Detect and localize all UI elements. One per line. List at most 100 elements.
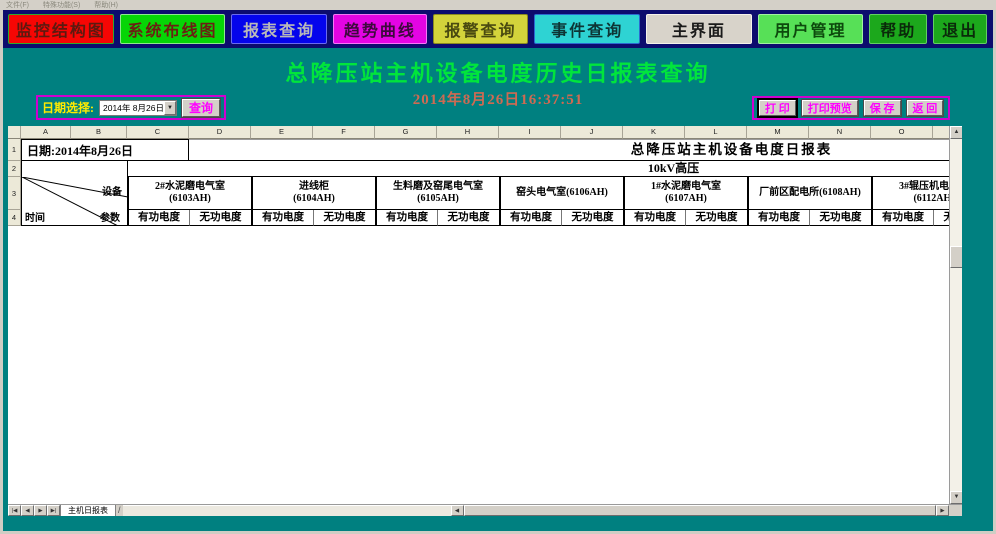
row-number[interactable]: 1: [8, 139, 21, 161]
nav-button[interactable]: 监控结构图: [8, 14, 114, 44]
param-header-cell: 无功电度: [685, 210, 747, 226]
column-letter[interactable]: A: [21, 126, 71, 139]
sheet-tab[interactable]: 主机日报表: [60, 505, 116, 516]
print-button[interactable]: 打 印: [759, 100, 796, 116]
equipment-header-cell: 厂前区配电所(6108AH): [747, 177, 871, 210]
equipment-name: 厂前区配电所(6108AH): [759, 187, 861, 200]
equipment-code: (6105AH): [417, 193, 459, 206]
column-letter[interactable]: H: [437, 126, 499, 139]
equipment-code: (6107AH): [665, 193, 707, 206]
column-letter[interactable]: I: [499, 126, 561, 139]
column-letter[interactable]: M: [747, 126, 809, 139]
tab-first-icon[interactable]: |◀: [8, 505, 21, 516]
param-header-cell: 有功电度: [747, 210, 809, 226]
date-select[interactable]: 2014年 8月26日 ▼: [99, 100, 177, 116]
scroll-up-icon[interactable]: ▲: [950, 126, 962, 139]
nav-button[interactable]: 退出: [933, 14, 987, 44]
rows-3-4: 3 4 设备 时间 参数: [8, 177, 949, 226]
tab-strip-filler: [123, 505, 451, 516]
nav-button[interactable]: 事件查询: [534, 14, 640, 44]
report-title-cell[interactable]: 总降压站主机设备电度日报表: [189, 139, 949, 161]
row-number[interactable]: 3: [8, 177, 21, 210]
row-number-column: 3 4: [8, 177, 21, 226]
equipment-name: 1#水泥磨电气室: [651, 181, 721, 194]
scroll-down-icon[interactable]: ▼: [950, 491, 962, 504]
column-letter[interactable]: B: [71, 126, 127, 139]
equipment-group-row: 2#水泥磨电气室 (6103AH) 进线柜 (6104AH): [127, 177, 949, 210]
equipment-name: 进线柜: [299, 181, 329, 194]
scrollbar-corner: [949, 505, 962, 516]
nav-button[interactable]: 报表查询: [231, 14, 327, 44]
menu-item[interactable]: 帮助(H): [94, 0, 118, 10]
param-header-cell: 无功电度: [561, 210, 623, 226]
app-window: 文件(F) 特殊功能(S) 帮助(H) 监控结构图 系统布线图 报表查询 趋势曲线 …: [0, 0, 996, 534]
param-header-cell: 无功电度: [933, 210, 949, 226]
column-letter[interactable]: J: [561, 126, 623, 139]
equipment-name: 2#水泥磨电气室: [155, 181, 225, 194]
menu-item[interactable]: 特殊功能(S): [43, 0, 80, 10]
menu-bar: 文件(F) 特殊功能(S) 帮助(H): [0, 0, 996, 10]
column-letter[interactable]: E: [251, 126, 313, 139]
scroll-left-icon[interactable]: ◀: [451, 505, 464, 516]
save-button[interactable]: 保 存: [864, 100, 901, 116]
param-header-cell: 无功电度: [189, 210, 251, 226]
chevron-down-icon[interactable]: ▼: [164, 101, 176, 115]
scroll-right-icon[interactable]: ▶: [936, 505, 949, 516]
nav-button-bar: 监控结构图 系统布线图 报表查询 趋势曲线 报警查询 事件查询 主界面 用户管理…: [3, 10, 993, 48]
print-button-group: 打 印 打印预览 保 存 返 回: [752, 96, 950, 120]
param-header-cell: 无功电度: [809, 210, 871, 226]
column-letter[interactable]: O: [871, 126, 933, 139]
param-header-cell: 有功电度: [375, 210, 437, 226]
vertical-scroll-thumb[interactable]: [950, 246, 962, 268]
row-number[interactable]: 4: [8, 210, 21, 226]
equipment-name: 生料磨及窑尾电气室: [393, 181, 483, 194]
param-header-cell: 有功电度: [499, 210, 561, 226]
nav-button[interactable]: 帮助: [869, 14, 927, 44]
column-letter[interactable]: D: [189, 126, 251, 139]
nav-button[interactable]: 趋势曲线: [333, 14, 427, 44]
menu-item[interactable]: 文件(F): [6, 0, 29, 10]
tab-last-icon[interactable]: ▶|: [47, 505, 60, 516]
nav-button[interactable]: 系统布线图: [120, 14, 226, 44]
back-button[interactable]: 返 回: [907, 100, 944, 116]
equipment-header-cell: 2#水泥磨电气室 (6103AH): [127, 177, 251, 210]
date-select-label: 日期选择:: [42, 99, 94, 116]
date-select-value: 2014年 8月26日: [100, 102, 164, 114]
horizontal-scroll-thumb[interactable]: [464, 505, 936, 516]
param-header-cell: 有功电度: [623, 210, 685, 226]
param-label: 参数: [100, 209, 120, 224]
param-header-cell: 有功电度: [871, 210, 933, 226]
nav-button[interactable]: 用户管理: [758, 14, 864, 44]
diagonal-header-cell: 设备 时间 参数: [21, 177, 127, 226]
nav-button[interactable]: 主界面: [646, 14, 752, 44]
select-all-corner[interactable]: [8, 126, 21, 139]
column-letter[interactable]: G: [375, 126, 437, 139]
param-header-cell: 无功电度: [313, 210, 375, 226]
query-button[interactable]: 查询: [182, 99, 220, 117]
equipment-code: (6103AH): [169, 193, 211, 206]
print-preview-button[interactable]: 打印预览: [802, 100, 858, 116]
tab-prev-icon[interactable]: ◀: [21, 505, 34, 516]
vertical-scrollbar[interactable]: ▲ ▼: [949, 126, 962, 504]
param-header-cell: 无功电度: [437, 210, 499, 226]
column-letter[interactable]: F: [313, 126, 375, 139]
equipment-code: (6104AH): [293, 193, 335, 206]
nav-button[interactable]: 报警查询: [433, 14, 529, 44]
column-letter[interactable]: C: [127, 126, 189, 139]
page-title: 总降压站主机设备电度历史日报表查询: [0, 56, 996, 88]
report-date-cell[interactable]: 日期:2014年8月26日: [21, 139, 189, 161]
param-header-cell: 有功电度: [127, 210, 189, 226]
empty-cell[interactable]: [21, 161, 127, 177]
equipment-name: 窑头电气室(6106AH): [516, 187, 608, 200]
column-letter[interactable]: N: [809, 126, 871, 139]
equipment-header-area: 2#水泥磨电气室 (6103AH) 进线柜 (6104AH): [127, 177, 949, 226]
equipment-header-cell: 3#辊压机电气室 (6112AH): [871, 177, 949, 210]
row-number[interactable]: 2: [8, 161, 21, 177]
row-2: 2 10kV高压: [8, 161, 949, 177]
column-letter[interactable]: K: [623, 126, 685, 139]
voltage-header-cell[interactable]: 10kV高压: [127, 161, 949, 177]
equipment-header-cell: 生料磨及窑尾电气室 (6105AH): [375, 177, 499, 210]
column-letter[interactable]: L: [685, 126, 747, 139]
equipment-header-cell: 进线柜 (6104AH): [251, 177, 375, 210]
tab-next-icon[interactable]: ▶: [34, 505, 47, 516]
